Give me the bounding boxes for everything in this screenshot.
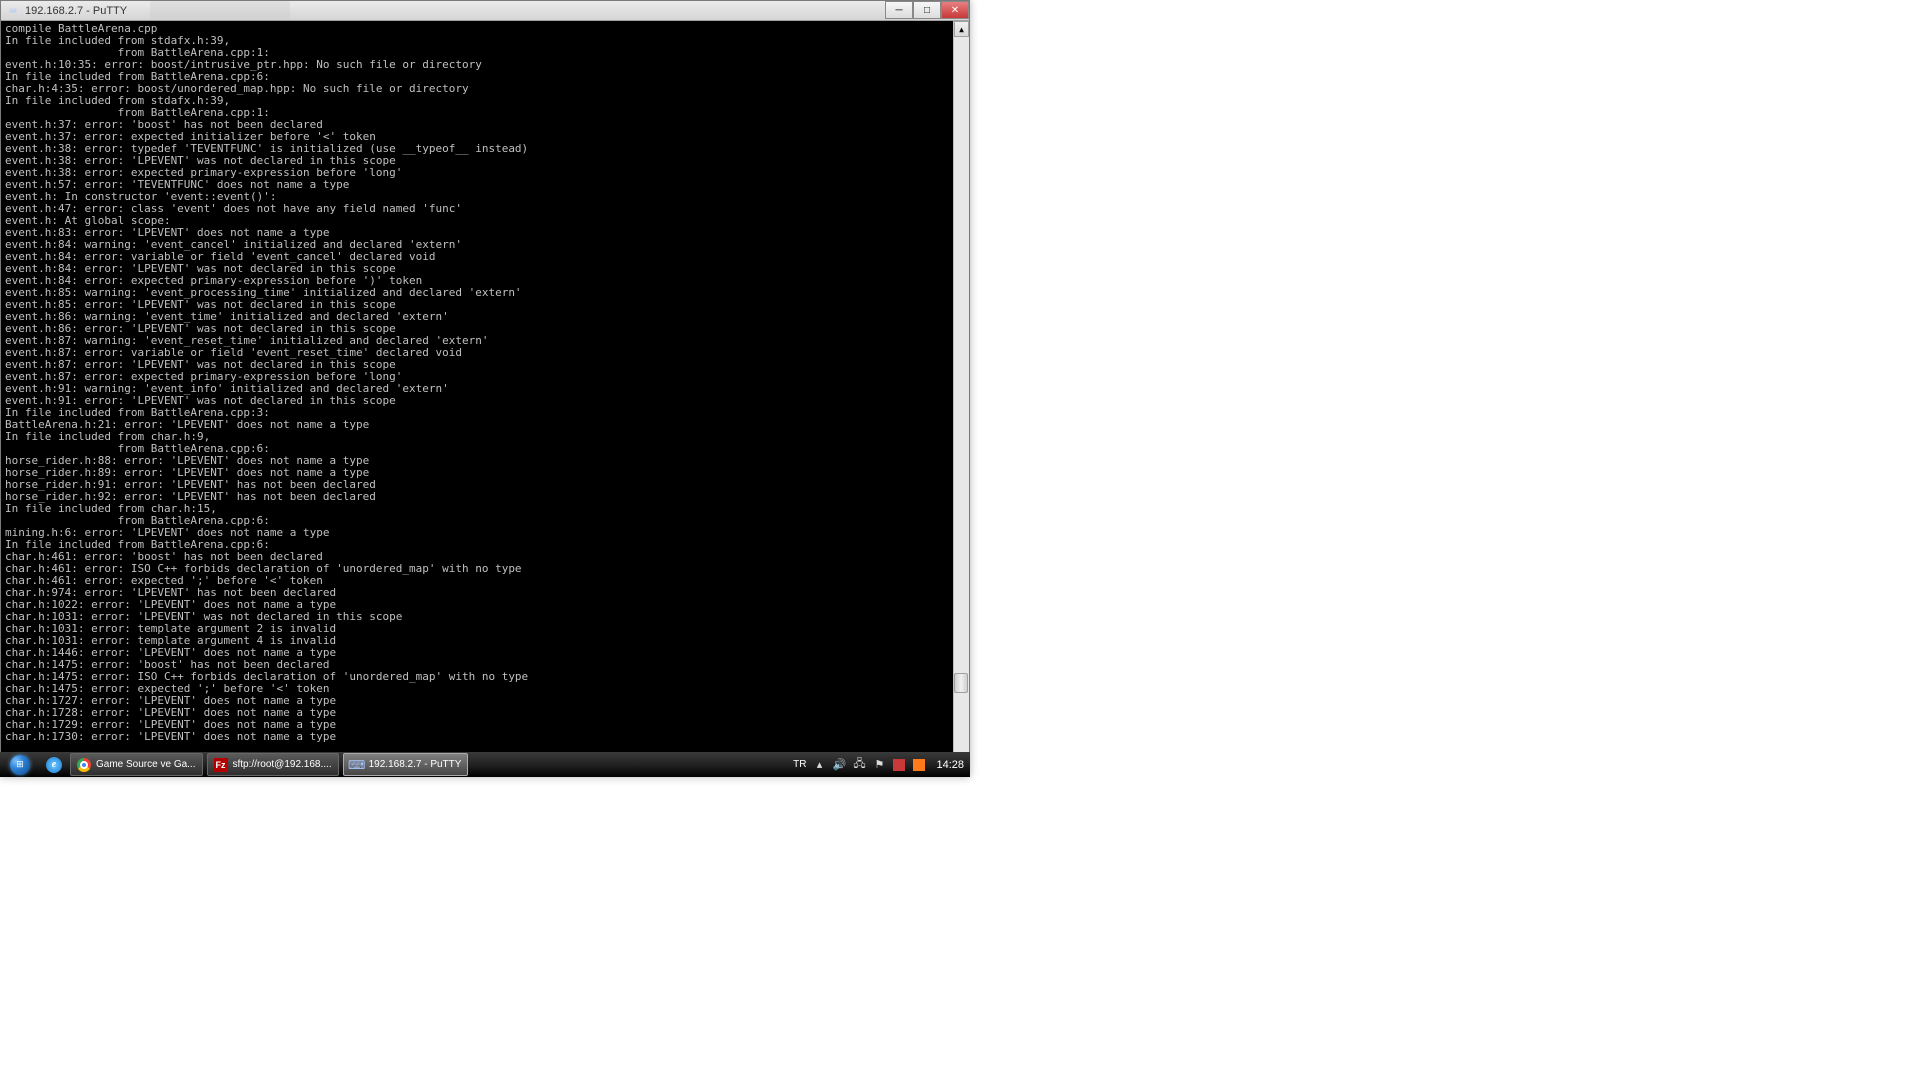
filezilla-icon: Fz [214, 758, 228, 772]
taskbar-item-label: Game Source ve Ga... [96, 759, 196, 770]
background-window-tab[interactable] [150, 1, 290, 19]
language-indicator[interactable]: TR [793, 759, 806, 770]
tray-app-icon[interactable] [892, 758, 906, 772]
scroll-track[interactable] [954, 37, 969, 760]
action-center-icon[interactable]: ⚑ [872, 758, 886, 772]
scroll-up-button[interactable]: ▲ [954, 21, 969, 37]
internet-explorer-pinned[interactable]: e [40, 752, 68, 777]
show-hidden-icons-icon[interactable]: ▴ [812, 758, 826, 772]
clock[interactable]: 14:28 [936, 759, 964, 771]
taskbar: ⊞ e Game Source ve Ga... Fz sftp://root@… [0, 752, 970, 777]
windows-logo-icon: ⊞ [10, 755, 30, 775]
system-tray: TR ▴ 🔊 🖧 ⚑ 14:28 [787, 752, 970, 777]
titlebar[interactable]: ⌨ 192.168.2.7 - PuTTY ─ □ ✕ [1, 1, 969, 21]
ie-icon: e [46, 757, 62, 773]
network-icon[interactable]: 🖧 [852, 758, 866, 772]
window-title: 192.168.2.7 - PuTTY [25, 5, 127, 17]
maximize-button[interactable]: □ [913, 1, 941, 19]
vertical-scrollbar[interactable]: ▲ ▼ [953, 21, 969, 776]
taskbar-item-label: sftp://root@192.168.... [233, 759, 332, 770]
taskbar-item-chrome[interactable]: Game Source ve Ga... [70, 753, 203, 776]
putty-window: ⌨ 192.168.2.7 - PuTTY ─ □ ✕ compile Batt… [0, 0, 970, 777]
taskbar-item-putty[interactable]: ⌨ 192.168.2.7 - PuTTY [343, 753, 469, 776]
chrome-icon [77, 758, 91, 772]
start-button[interactable]: ⊞ [0, 752, 40, 777]
close-button[interactable]: ✕ [941, 1, 969, 19]
putty-icon: ⌨ [350, 758, 364, 772]
window-controls: ─ □ ✕ [885, 1, 969, 19]
tray-app-icon[interactable] [912, 758, 926, 772]
putty-icon: ⌨ [5, 3, 21, 19]
minimize-button[interactable]: ─ [885, 1, 913, 19]
terminal-line: char.h:1730: error: 'LPEVENT' does not n… [5, 731, 965, 743]
taskbar-item-label: 192.168.2.7 - PuTTY [369, 759, 462, 770]
scroll-thumb[interactable] [954, 673, 968, 693]
terminal-output[interactable]: compile BattleArena.cppIn file included … [1, 21, 969, 776]
volume-icon[interactable]: 🔊 [832, 758, 846, 772]
taskbar-item-filezilla[interactable]: Fz sftp://root@192.168.... [207, 753, 339, 776]
